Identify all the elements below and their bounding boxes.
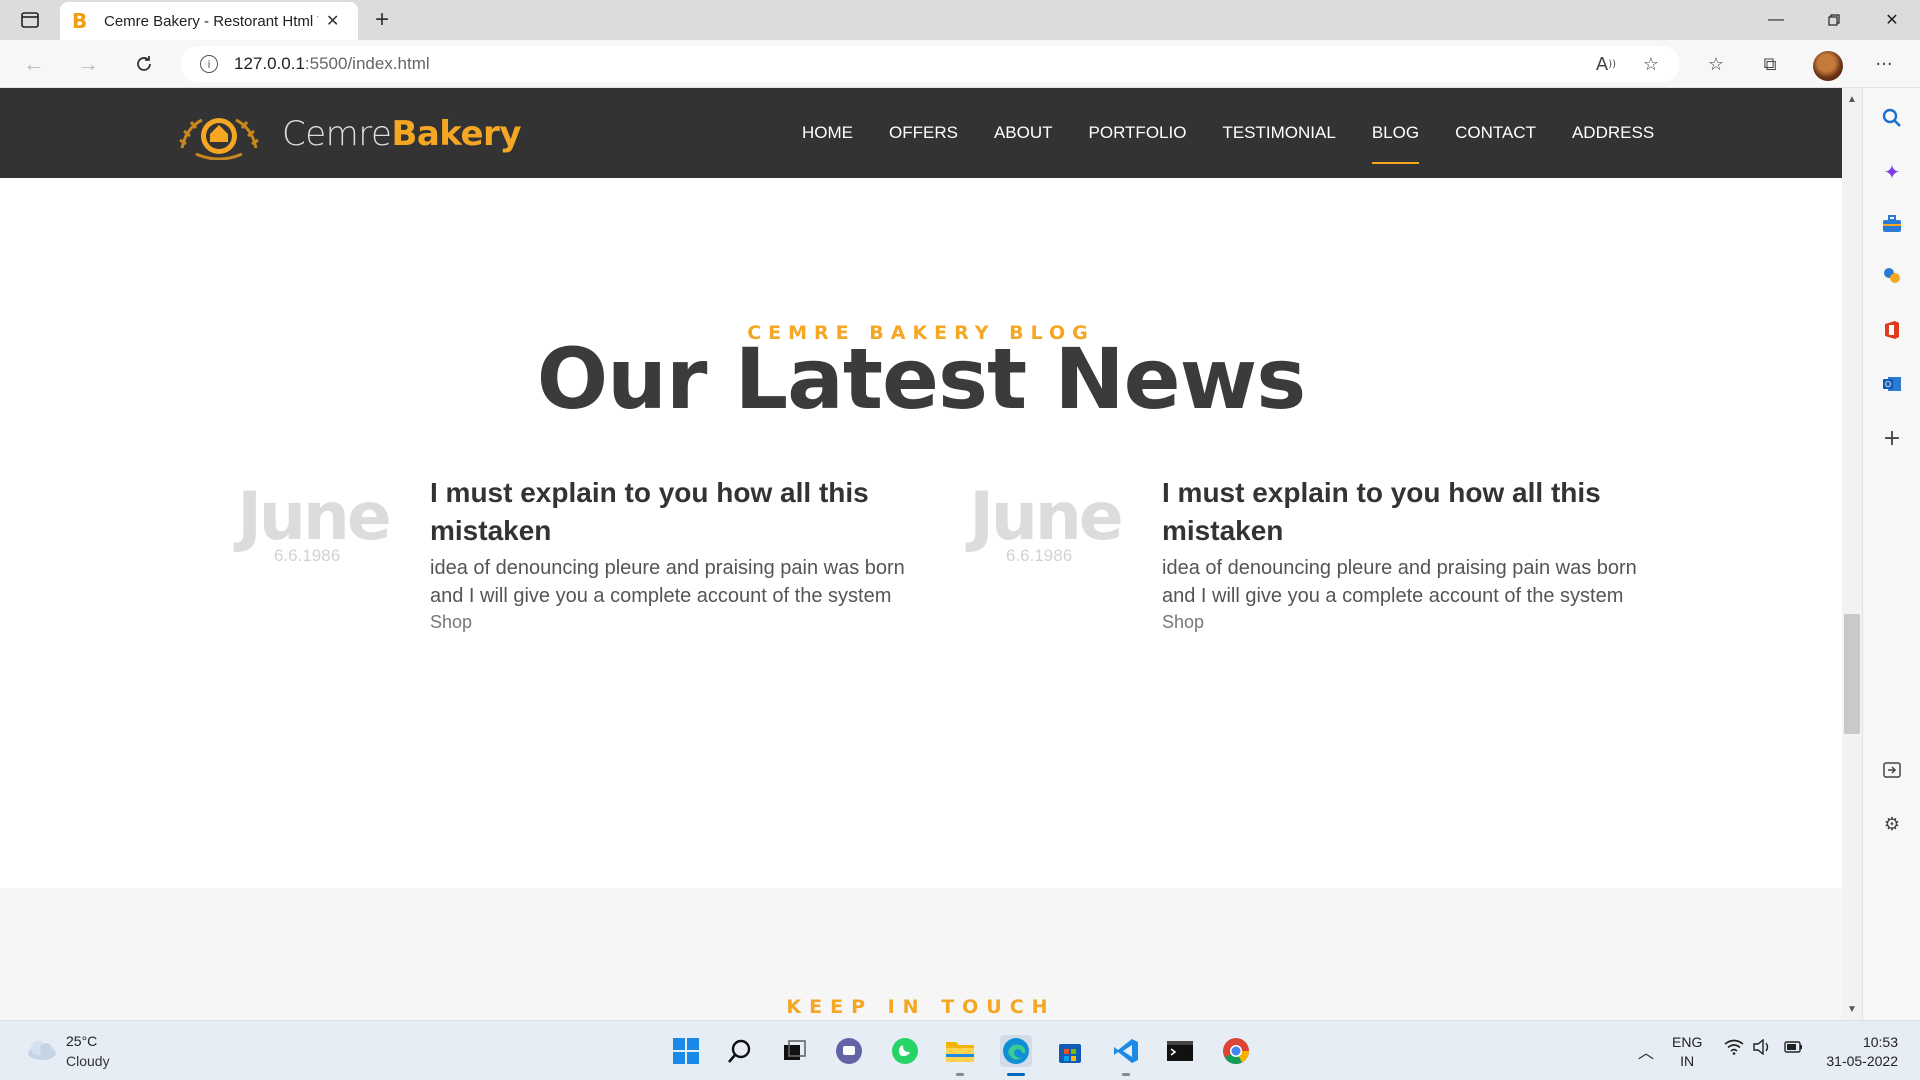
post-month: June xyxy=(237,478,391,555)
teams-chat-icon[interactable] xyxy=(833,1035,865,1067)
search-taskbar-icon[interactable] xyxy=(724,1035,756,1067)
new-tab-button[interactable]: + xyxy=(368,6,396,34)
refresh-icon[interactable] xyxy=(130,50,158,78)
weather-temperature[interactable]: 25°C xyxy=(66,1033,97,1049)
post-date: 6.6.1986 xyxy=(1006,546,1073,565)
site-logo-text[interactable]: CemreBakery xyxy=(282,114,521,154)
explorer-running-indicator xyxy=(956,1073,964,1076)
search-icon[interactable] xyxy=(1880,106,1904,130)
post-shop-link[interactable]: Shop xyxy=(1162,612,1204,633)
system-clock[interactable]: 10:53 31-05-2022 xyxy=(1826,1033,1898,1071)
post-excerpt: idea of denouncing pleure and praising p… xyxy=(1162,557,1637,607)
blog-section: CEMRE BAKERY BLOG Our Latest News June 6… xyxy=(0,178,1842,888)
favorites-icon[interactable]: ☆ xyxy=(1702,50,1730,78)
nav-contact[interactable]: CONTACT xyxy=(1437,88,1554,178)
vscode-icon[interactable] xyxy=(1110,1035,1142,1067)
bakery-logo-icon[interactable] xyxy=(176,108,262,160)
profile-avatar[interactable] xyxy=(1813,51,1843,81)
browser-tab-active[interactable]: B Cemre Bakery - Restorant Html T ✕ xyxy=(60,2,358,40)
main-nav: HOME OFFERS ABOUT PORTFOLIO TESTIMONIAL … xyxy=(784,88,1672,178)
blog-post-card: June 6.6.1986 I must explain to you how … xyxy=(964,474,1664,644)
address-bar[interactable]: i 127.0.0.1:5500/index.html xyxy=(180,46,1680,82)
browser-toolbar: ← → i 127.0.0.1:5500/index.html A)) ☆ ☆ … xyxy=(0,40,1920,88)
microsoft-store-icon[interactable] xyxy=(1054,1035,1086,1067)
vscode-running-indicator xyxy=(1122,1073,1130,1076)
page-scrollbar[interactable] xyxy=(1842,88,1862,1020)
tab-close-icon[interactable]: ✕ xyxy=(326,11,339,31)
scroll-up-arrow-icon[interactable]: ▲ xyxy=(1846,94,1858,106)
minimize-button[interactable]: — xyxy=(1748,0,1804,40)
tab-title: Cemre Bakery - Restorant Html T xyxy=(104,12,318,30)
post-shop-link[interactable]: Shop xyxy=(430,612,472,633)
wifi-icon[interactable] xyxy=(1724,1039,1744,1058)
site-header: CemreBakery HOME OFFERS ABOUT PORTFOLIO … xyxy=(0,88,1842,178)
games-icon[interactable] xyxy=(1880,264,1904,288)
chrome-icon[interactable] xyxy=(1220,1035,1252,1067)
contact-eyebrow: KEEP IN TOUCH xyxy=(786,996,1056,1018)
restore-button[interactable] xyxy=(1806,0,1862,40)
read-aloud-icon[interactable]: A)) xyxy=(1592,50,1620,78)
windows-start-icon[interactable] xyxy=(670,1035,702,1067)
nav-portfolio[interactable]: PORTFOLIO xyxy=(1071,88,1205,178)
outlook-icon[interactable]: O xyxy=(1880,372,1904,396)
battery-icon[interactable] xyxy=(1784,1039,1804,1058)
cloudy-weather-icon[interactable] xyxy=(24,1039,58,1061)
file-explorer-icon[interactable] xyxy=(944,1035,976,1067)
task-view-icon[interactable] xyxy=(778,1035,810,1067)
tab-actions-icon[interactable] xyxy=(18,8,42,32)
show-hidden-icons-chevron-icon[interactable]: ︿ xyxy=(1638,1039,1654,1063)
contact-section: KEEP IN TOUCH xyxy=(0,888,1842,1020)
page-viewport: CemreBakery HOME OFFERS ABOUT PORTFOLIO … xyxy=(0,88,1842,1020)
svg-text:O: O xyxy=(1885,380,1891,389)
close-window-button[interactable]: ✕ xyxy=(1864,0,1920,40)
edge-browser-icon[interactable] xyxy=(1000,1035,1032,1067)
blog-post-card: June 6.6.1986 I must explain to you how … xyxy=(232,474,932,644)
windows-taskbar: 25°C Cloudy ︿ ENG IN 10:53 31-05-2022 xyxy=(0,1020,1920,1080)
post-month: June xyxy=(969,478,1123,555)
nav-offers[interactable]: OFFERS xyxy=(871,88,976,178)
post-date: 6.6.1986 xyxy=(274,546,341,565)
discover-sparkle-icon[interactable]: ✦ xyxy=(1880,160,1904,184)
url-text: 127.0.0.1:5500/index.html xyxy=(234,54,430,73)
nav-home[interactable]: HOME xyxy=(784,88,871,178)
scrollbar-thumb[interactable] xyxy=(1844,614,1860,734)
browser-titlebar: B Cemre Bakery - Restorant Html T ✕ + — … xyxy=(0,0,1920,40)
nav-about[interactable]: ABOUT xyxy=(976,88,1071,178)
bakery-favicon-icon: B xyxy=(72,9,88,33)
whatsapp-icon[interactable] xyxy=(889,1035,921,1067)
post-excerpt: idea of denouncing pleure and praising p… xyxy=(430,557,905,607)
nav-testimonial[interactable]: TESTIMONIAL xyxy=(1204,88,1353,178)
section-title: Our Latest News xyxy=(536,330,1306,428)
collections-icon[interactable]: ⧉ xyxy=(1756,50,1784,78)
volume-icon[interactable] xyxy=(1752,1038,1772,1058)
terminal-icon[interactable] xyxy=(1164,1035,1196,1067)
edge-sidebar: ✦ O + ⚙ xyxy=(1862,88,1920,1020)
add-favorite-icon[interactable]: ☆ xyxy=(1637,50,1665,78)
nav-address[interactable]: ADDRESS xyxy=(1554,88,1672,178)
forward-arrow-icon[interactable]: → xyxy=(74,50,102,78)
back-arrow-icon[interactable]: ← xyxy=(20,50,48,78)
scroll-down-arrow-icon[interactable]: ▼ xyxy=(1846,1004,1858,1016)
more-menu-icon[interactable]: ··· xyxy=(1870,50,1898,78)
add-sidebar-app-icon[interactable]: + xyxy=(1880,426,1904,451)
post-title[interactable]: I must explain to you how all this mista… xyxy=(430,474,930,550)
site-info-icon[interactable]: i xyxy=(200,55,218,73)
tools-briefcase-icon[interactable] xyxy=(1880,212,1904,236)
weather-condition[interactable]: Cloudy xyxy=(66,1053,110,1069)
office-icon[interactable] xyxy=(1880,318,1904,342)
language-indicator[interactable]: ENG IN xyxy=(1672,1033,1702,1071)
settings-gear-icon[interactable]: ⚙ xyxy=(1880,812,1904,836)
post-title[interactable]: I must explain to you how all this mista… xyxy=(1162,474,1662,550)
nav-blog[interactable]: BLOG xyxy=(1354,88,1437,178)
edge-active-indicator xyxy=(1007,1073,1025,1076)
hide-sidebar-icon[interactable] xyxy=(1880,758,1904,782)
